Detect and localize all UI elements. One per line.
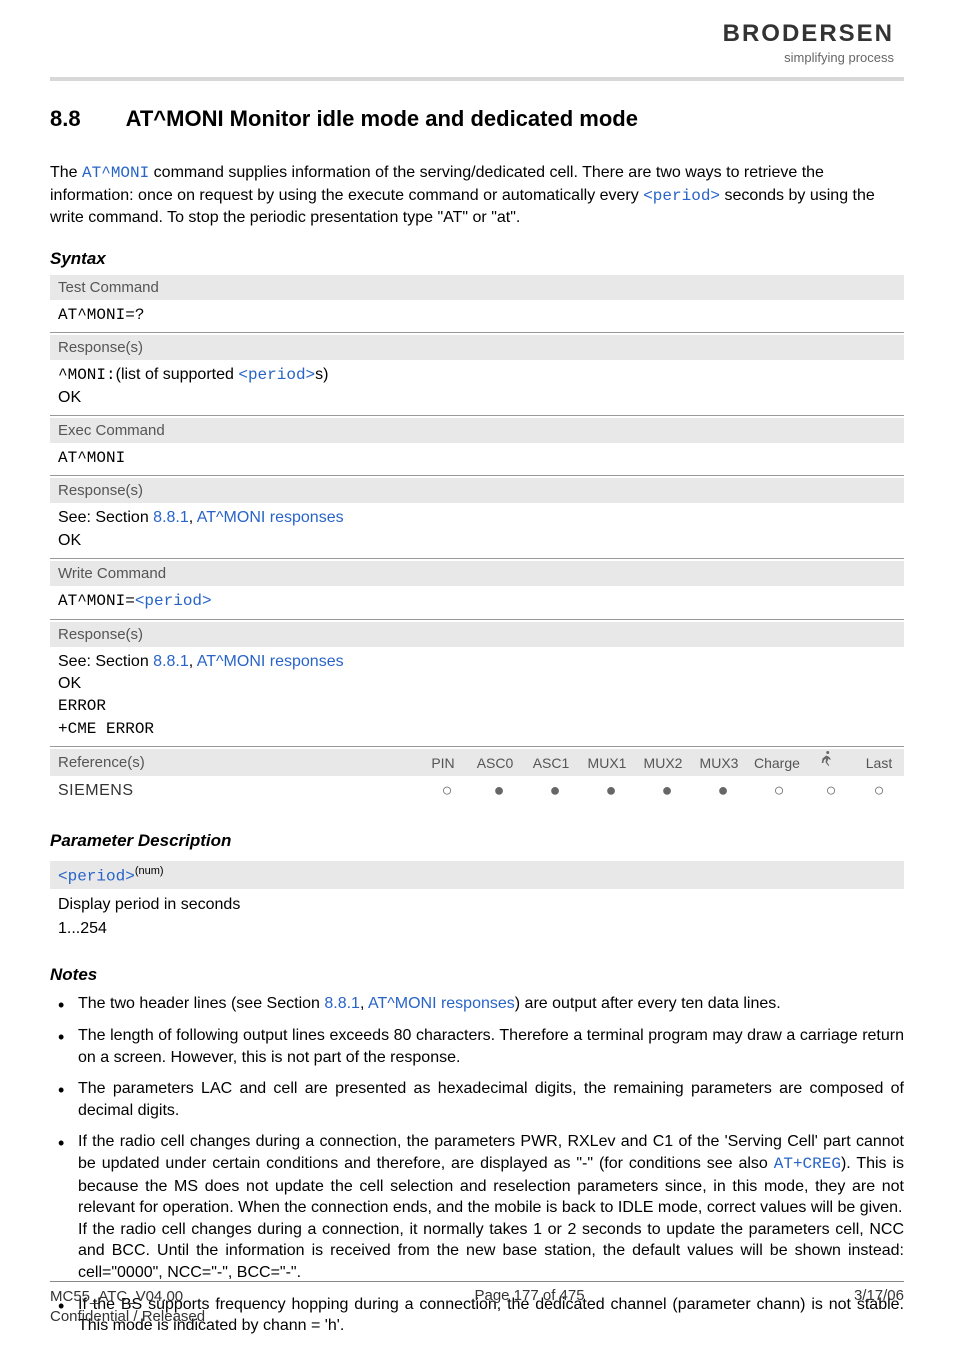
dot-charge: [758, 780, 800, 801]
divider: [50, 332, 904, 333]
col-run-icon: [810, 751, 844, 772]
exec-cmd-label: Exec Command: [50, 418, 904, 443]
cmd-link-atmoni[interactable]: AT^MONI: [82, 164, 149, 182]
notes-heading: Notes: [50, 965, 904, 985]
divider: [50, 619, 904, 620]
dots: [430, 780, 896, 801]
write-cmd-label: Write Command: [50, 561, 904, 586]
content: 8.8 AT^MONI Monitor idle mode and dedicat…: [0, 81, 954, 1337]
confidentiality: Confidential / Released: [50, 1308, 205, 1325]
exec-cmd: AT^MONI: [50, 443, 904, 473]
doc-date: 3/17/06: [854, 1287, 904, 1326]
write-resp-label: Response(s): [50, 622, 904, 647]
divider: [50, 746, 904, 747]
divider: [50, 558, 904, 559]
col-asc0: ASC0: [474, 755, 516, 771]
divider: [50, 415, 904, 416]
param-desc: Display period in seconds: [58, 896, 240, 913]
dot-mux1: [590, 780, 632, 801]
running-icon: [818, 751, 836, 769]
param-name-row: <period>(num): [50, 861, 904, 889]
param-body: Display period in seconds 1...254: [50, 889, 904, 945]
footer-left: MC55_ATC_V04.00 Confidential / Released: [50, 1287, 205, 1326]
test-resp-label: Response(s): [50, 335, 904, 360]
brand-tagline: simplifying process: [60, 50, 894, 65]
test-cmd-label: Test Command: [50, 275, 904, 300]
exec-resp-label: Response(s): [50, 478, 904, 503]
col-pin: PIN: [426, 755, 460, 771]
intro-paragraph: The AT^MONI command supplies information…: [50, 162, 904, 229]
param-heading: Parameter Description: [50, 831, 904, 851]
page-number: Page 177 of 475: [474, 1287, 584, 1326]
link-section-881[interactable]: 8.8.1: [324, 995, 360, 1012]
page-footer: MC55_ATC_V04.00 Confidential / Released …: [50, 1281, 904, 1326]
page-header: BRODERSEN simplifying process: [0, 0, 954, 65]
param-name[interactable]: <period>: [58, 867, 135, 885]
cmd-link-atcreg[interactable]: AT+CREG: [774, 1155, 841, 1173]
note-item: The length of following output lines exc…: [50, 1025, 904, 1068]
page-title: 8.8 AT^MONI Monitor idle mode and dedicat…: [50, 106, 904, 132]
note-item: The parameters LAC and cell are presente…: [50, 1078, 904, 1121]
dot-mux3: [702, 780, 744, 801]
reference-label: Reference(s): [58, 754, 145, 771]
note-item: If the radio cell changes during a conne…: [50, 1131, 904, 1283]
dot-asc0: [478, 780, 520, 801]
write-response: See: Section 8.8.1, AT^MONI responses OK…: [50, 647, 904, 745]
reference-row: Reference(s) PIN ASC0 ASC1 MUX1 MUX2 MUX…: [50, 749, 904, 776]
link-atmoni-responses[interactable]: AT^MONI responses: [197, 653, 344, 670]
dot-mux2: [646, 780, 688, 801]
section-title: AT^MONI Monitor idle mode and dedicated …: [126, 106, 638, 131]
param-type: (num): [135, 865, 164, 877]
param-link-period[interactable]: <period>: [135, 592, 212, 610]
note-item: The two header lines (see Section 8.8.1,…: [50, 993, 904, 1015]
col-mux3: MUX3: [698, 755, 740, 771]
siemens-label: SIEMENS: [58, 782, 134, 800]
test-response: ^MONI:(list of supported <period>s) OK: [50, 360, 904, 413]
link-atmoni-responses[interactable]: AT^MONI responses: [197, 509, 344, 526]
col-charge: Charge: [754, 755, 796, 771]
reference-columns: PIN ASC0 ASC1 MUX1 MUX2 MUX3 Charge Last: [426, 753, 896, 772]
link-section-881[interactable]: 8.8.1: [153, 509, 189, 526]
dot-last: [862, 780, 896, 801]
param-link-period[interactable]: <period>: [238, 366, 315, 384]
brand-logo: BRODERSEN: [60, 20, 894, 48]
write-cmd: AT^MONI=<period>: [50, 586, 904, 616]
syntax-heading: Syntax: [50, 249, 904, 269]
dot-pin: [430, 780, 464, 801]
siemens-row: SIEMENS: [50, 776, 904, 805]
doc-id: MC55_ATC_V04.00: [50, 1288, 183, 1305]
footer-divider: [50, 1281, 904, 1282]
test-cmd: AT^MONI=?: [50, 300, 904, 330]
param-link-period[interactable]: <period>: [643, 187, 720, 205]
dot-asc1: [534, 780, 576, 801]
divider: [50, 475, 904, 476]
col-mux2: MUX2: [642, 755, 684, 771]
exec-response: See: Section 8.8.1, AT^MONI responses OK: [50, 503, 904, 556]
col-asc1: ASC1: [530, 755, 572, 771]
dot-run: [814, 780, 848, 801]
param-range: 1...254: [58, 920, 107, 937]
link-section-881[interactable]: 8.8.1: [153, 653, 189, 670]
section-number: 8.8: [50, 106, 81, 131]
col-mux1: MUX1: [586, 755, 628, 771]
link-atmoni-responses[interactable]: AT^MONI responses: [368, 995, 515, 1012]
col-last: Last: [862, 755, 896, 771]
